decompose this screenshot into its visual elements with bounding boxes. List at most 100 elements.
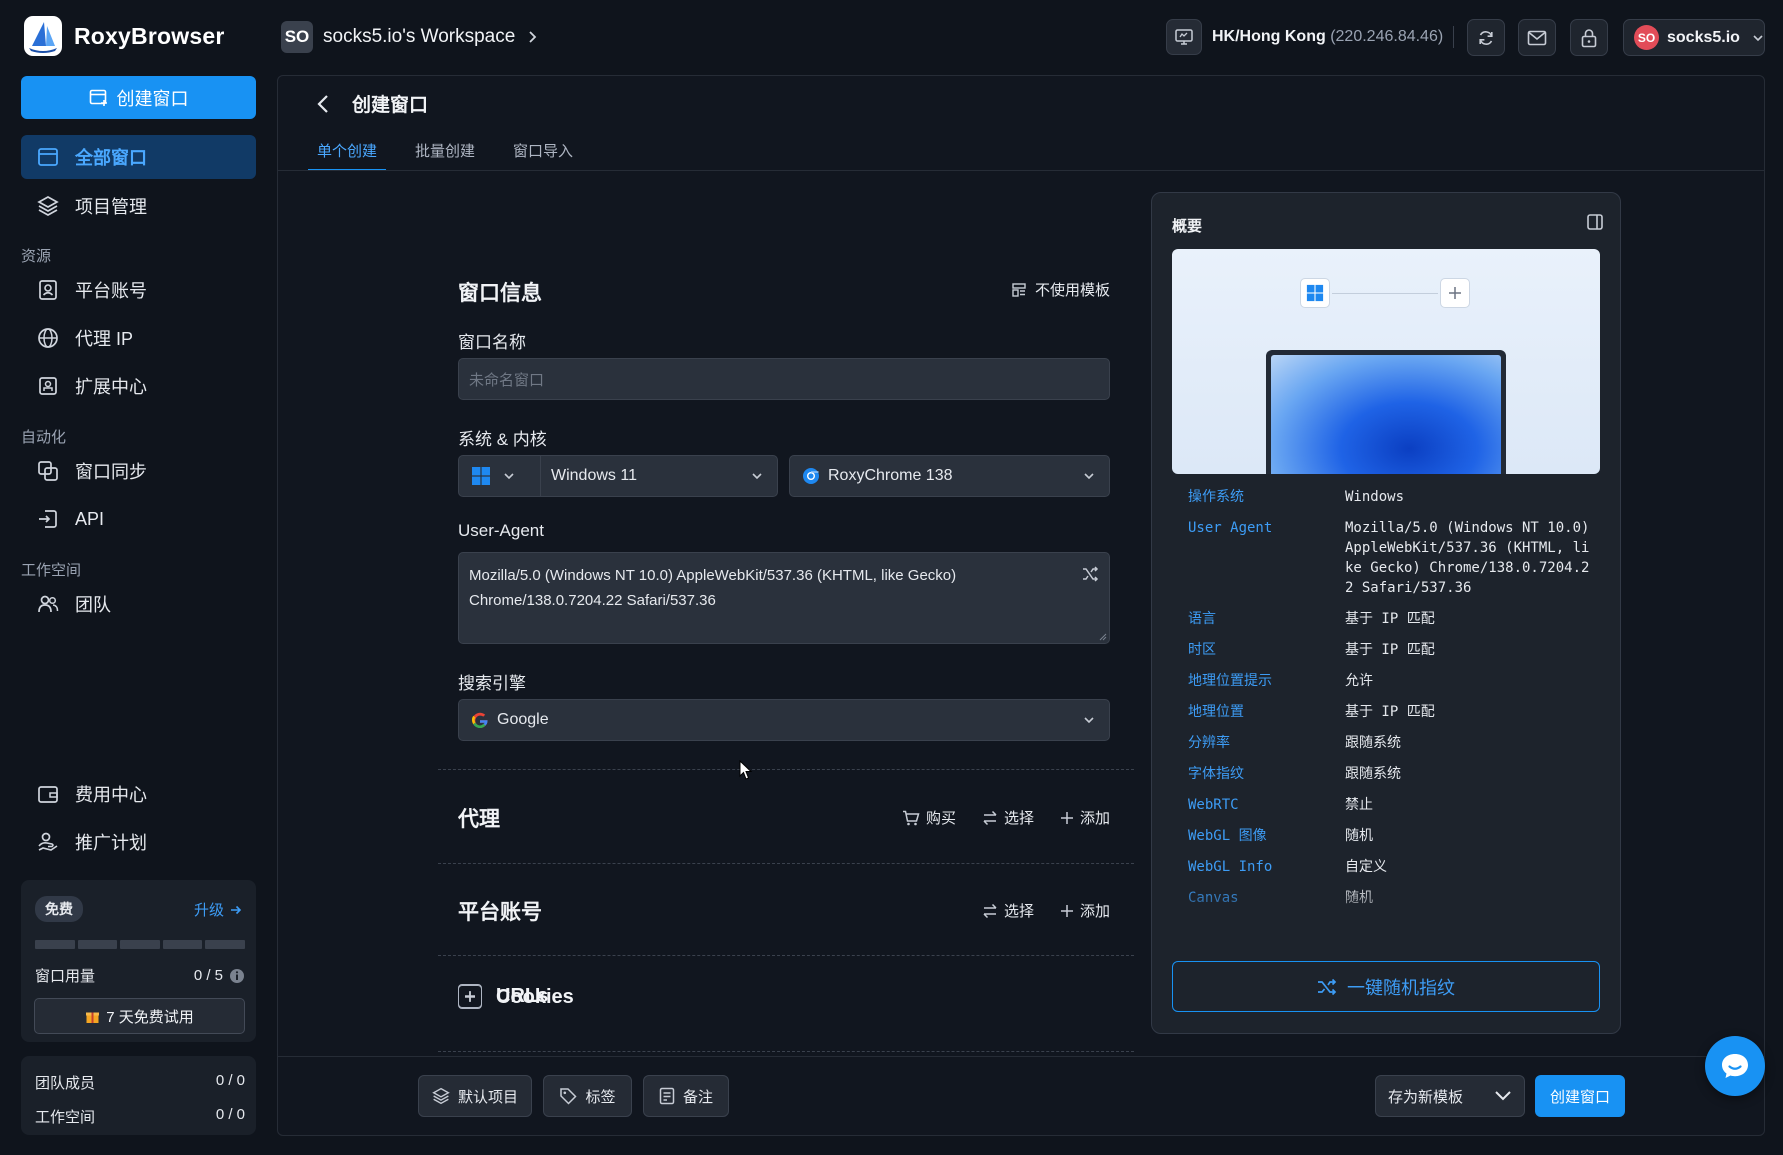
plus-icon: [1060, 811, 1073, 824]
sidebar-item-team[interactable]: 团队: [21, 582, 256, 626]
add-account-button[interactable]: 添加: [1060, 900, 1110, 921]
chevron-down-icon: [1084, 717, 1094, 724]
proxy-status[interactable]: HK/Hong Kong (220.246.84.46): [1166, 19, 1443, 55]
usage-value: 0 / 5: [193, 967, 223, 984]
search-engine-select[interactable]: Google: [458, 699, 1110, 741]
arrow-right-icon: [231, 905, 242, 914]
sidebar-item-label: 扩展中心: [75, 377, 147, 397]
windows-icon: [1300, 278, 1330, 308]
referral-icon: [38, 832, 58, 851]
main-panel: 创建窗口 单个创建 批量创建 窗口导入 窗口信息 不使用模板 窗口名称 未命名窗…: [277, 75, 1765, 1136]
sidebar-item-proxy-ip[interactable]: 代理 IP: [21, 316, 256, 360]
section-divider: [438, 1051, 1134, 1052]
summary-row: 分辨率 跟随系统: [1188, 735, 1401, 751]
lock-icon: [1581, 28, 1597, 47]
no-template-button[interactable]: 不使用模板: [1011, 279, 1110, 300]
sidebar-item-label: API: [75, 508, 105, 529]
os-select[interactable]: Windows 11: [458, 455, 778, 497]
section-window-info: 窗口信息: [458, 282, 542, 305]
sidebar-item-label: 全部窗口: [75, 148, 147, 168]
chevron-down-icon: [1084, 473, 1094, 480]
add-extension-icon[interactable]: [1440, 278, 1470, 308]
save-template-button[interactable]: 存为新模板: [1375, 1075, 1525, 1117]
template-icon: [1012, 282, 1026, 297]
default-project-button[interactable]: 默认项目: [418, 1075, 532, 1117]
sidebar-item-label: 团队: [75, 595, 111, 615]
upgrade-link[interactable]: 升级: [194, 899, 242, 920]
select-proxy-button[interactable]: 选择: [982, 807, 1034, 828]
random-fingerprint-button[interactable]: 一键随机指纹: [1172, 961, 1600, 1012]
footer-divider: [278, 1056, 1764, 1057]
summary-row: WebRTC 禁止: [1188, 797, 1373, 813]
user-agent-textarea[interactable]: Mozilla/5.0 (Windows NT 10.0) AppleWebKi…: [458, 552, 1110, 644]
page-header: 创建窗口: [316, 90, 428, 117]
sidebar-item-extensions[interactable]: 扩展中心: [21, 364, 256, 408]
proxy-location: HK/Hong Kong (220.246.84.46): [1212, 28, 1444, 45]
sidebar-item-all-windows[interactable]: 全部窗口: [21, 135, 256, 179]
buy-proxy-button[interactable]: 购买: [902, 807, 956, 828]
sidebar-item-window-sync[interactable]: 窗口同步: [21, 449, 256, 493]
expand-panel-icon[interactable]: [1586, 213, 1604, 231]
resize-handle-icon[interactable]: [1098, 632, 1107, 641]
top-bar: RoxyBrowser SO socks5.io's Workspace HK/…: [0, 0, 1783, 74]
notes-button[interactable]: 备注: [643, 1075, 729, 1117]
chrome-icon: [803, 468, 819, 484]
messages-button[interactable]: [1518, 19, 1556, 56]
sidebar-item-billing[interactable]: 费用中心: [21, 772, 256, 816]
shuffle-icon[interactable]: [1081, 565, 1099, 583]
section-proxy: 代理: [458, 808, 500, 831]
summary-row: User Agent Mozilla/5.0 (Windows NT 10.0) …: [1188, 520, 1590, 596]
gift-icon: [86, 1012, 100, 1023]
system-label: 系统 & 内核: [458, 430, 547, 449]
sidebar-item-accounts[interactable]: 平台账号: [21, 268, 256, 312]
os-version-value: Windows 11: [551, 467, 637, 484]
refresh-button[interactable]: [1467, 19, 1505, 56]
info-icon[interactable]: [229, 968, 245, 984]
add-proxy-button[interactable]: 添加: [1060, 807, 1110, 828]
summary-row: 操作系统 Windows: [1188, 489, 1405, 505]
tab-import[interactable]: 窗口导入: [504, 140, 582, 171]
select-account-button[interactable]: 选择: [982, 900, 1034, 921]
tab-single[interactable]: 单个创建: [308, 140, 387, 171]
sidebar-item-api[interactable]: API: [21, 497, 256, 541]
create-window-button[interactable]: 创建窗口: [21, 76, 256, 119]
create-tabs: 单个创建 批量创建 窗口导入: [308, 140, 602, 171]
sync-icon: [38, 461, 58, 481]
chevron-right-icon: [529, 31, 537, 43]
tags-button[interactable]: 标签: [543, 1075, 632, 1117]
workspace-switcher[interactable]: SO socks5.io's Workspace: [281, 21, 539, 53]
free-trial-button[interactable]: 7 天免费试用: [34, 998, 245, 1034]
window-name-placeholder: 未命名窗口: [469, 371, 545, 389]
swap-icon: [983, 810, 997, 825]
summary-row: 语言 基于 IP 匹配: [1188, 611, 1435, 627]
window-name-input[interactable]: 未命名窗口: [458, 358, 1110, 400]
window-name-label: 窗口名称: [458, 333, 526, 352]
summary-row: WebGL 图像 随机: [1188, 828, 1373, 844]
expand-plus-icon: [458, 985, 482, 1009]
note-icon: [659, 1087, 675, 1105]
connector-line: [1332, 293, 1438, 294]
chat-support-button[interactable]: [1705, 1036, 1765, 1096]
summary-row: 地理位置提示 允许: [1188, 673, 1373, 689]
lock-button[interactable]: [1570, 19, 1608, 56]
sidebar-item-referral[interactable]: 推广计划: [21, 820, 256, 864]
plan-card: 免费 升级 窗口用量 0 / 5 7 天免费试用: [21, 880, 256, 1042]
browser-core-select[interactable]: RoxyChrome 138: [789, 455, 1110, 497]
os-family-select[interactable]: [459, 456, 541, 496]
summary-row: 字体指纹 跟随系统: [1188, 766, 1401, 782]
create-window-submit-button[interactable]: 创建窗口: [1535, 1075, 1625, 1117]
cookies-section-toggle[interactable]: Cookies: [458, 985, 574, 1009]
tab-batch[interactable]: 批量创建: [406, 140, 484, 171]
create-window-label: 创建窗口: [116, 88, 189, 109]
back-arrow-icon[interactable]: [316, 94, 330, 114]
workspace-name: socks5.io's Workspace: [323, 26, 516, 47]
divider: [1453, 26, 1454, 48]
user-menu[interactable]: SO socks5.io: [1623, 19, 1765, 56]
plus-icon: [1060, 904, 1073, 917]
sidebar: 创建窗口 全部窗口 项目管理 资源 平台账号 代理 IP 扩展中心 自动化 窗口…: [0, 74, 276, 1155]
wallet-icon: [38, 786, 58, 803]
sidebar-item-projects[interactable]: 项目管理: [21, 184, 256, 228]
chevron-down-icon[interactable]: [1494, 1090, 1512, 1102]
tag-icon: [560, 1088, 578, 1105]
app-logo[interactable]: RoxyBrowser: [24, 16, 224, 56]
